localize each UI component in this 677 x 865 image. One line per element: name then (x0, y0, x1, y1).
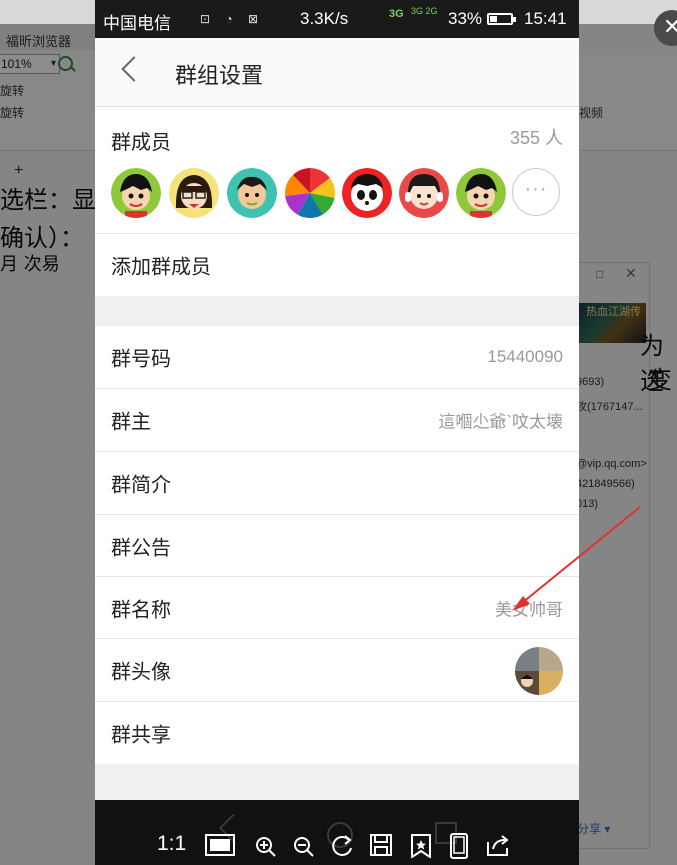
row-label: 群号码 (111, 348, 171, 371)
share-icon[interactable] (487, 834, 511, 856)
page-title: 群组设置 (175, 63, 264, 88)
group-avatar-image[interactable] (515, 647, 563, 695)
group-notice-row[interactable]: 群公告 (95, 515, 579, 577)
row-label: 群主 (111, 411, 151, 434)
group-owner-value: 這嗰尐爺`呅太壊 (438, 412, 563, 432)
bookmark-icon[interactable] (411, 834, 431, 858)
member-count[interactable]: 355 人 (510, 124, 563, 150)
member-avatar[interactable] (342, 168, 392, 218)
row-label: 群公告 (111, 537, 171, 560)
nav-bar: 群组设置 (95, 38, 579, 107)
close-icon: ✕ (663, 14, 677, 39)
back-arrow-icon[interactable] (121, 56, 147, 82)
zoom-in-icon[interactable] (255, 836, 277, 858)
group-intro-row[interactable]: 群简介 (95, 452, 579, 514)
members-label: 群成员 (111, 132, 171, 154)
group-share-row[interactable]: 群共享 (95, 702, 579, 764)
group-name-value: 美女帅哥 (495, 600, 563, 620)
network-speed: 3.3K/s (300, 9, 349, 28)
member-avatar[interactable] (399, 168, 449, 218)
row-label: 群共享 (111, 724, 171, 747)
group-name-row[interactable]: 群名称 美女帅哥 (95, 577, 579, 639)
member-avatar[interactable] (169, 168, 219, 218)
clock: 15:41 (524, 9, 567, 28)
row-label: 群名称 (111, 599, 171, 622)
group-avatar-row[interactable]: 群头像 (95, 639, 579, 701)
network-type: 3G (389, 8, 404, 20)
status-icons: ⊡ ◔ ⊠ (200, 12, 265, 26)
carrier-label: 中国电信 (103, 14, 171, 33)
more-members-button[interactable]: ··· (512, 168, 560, 216)
zoom-out-icon[interactable] (293, 836, 315, 858)
status-bar: 中国电信 ⊡ ◔ ⊠ 3.3K/s 3G 3G 2G 33% 15:41 (95, 0, 579, 38)
rotate-icon[interactable] (332, 834, 354, 858)
fit-screen-icon[interactable] (205, 834, 235, 856)
group-number-value: 15440090 (487, 347, 563, 366)
group-owner-row[interactable]: 群主 這嗰尐爺`呅太壊 (95, 389, 579, 451)
network-sub-type: 3G 2G (411, 6, 438, 16)
add-member-row[interactable]: 添加群成员 (95, 234, 579, 296)
phone-frame-icon[interactable] (450, 833, 468, 859)
group-number-row[interactable]: 群号码 15440090 (95, 326, 579, 388)
add-member-label: 添加群成员 (111, 256, 211, 279)
member-avatar[interactable] (456, 168, 506, 218)
save-icon[interactable] (370, 834, 392, 856)
member-avatar[interactable] (111, 168, 161, 218)
battery-percent: 33% (448, 9, 483, 28)
member-avatar[interactable] (285, 168, 335, 218)
battery-icon (487, 13, 516, 25)
actual-size-button[interactable]: 1:1 (157, 832, 186, 856)
row-label: 群头像 (111, 661, 171, 684)
member-avatar[interactable] (227, 168, 277, 218)
row-label: 群简介 (111, 474, 171, 497)
phone-screenshot: 中国电信 ⊡ ◔ ⊠ 3.3K/s 3G 3G 2G 33% 15:41 群组设… (95, 0, 579, 865)
